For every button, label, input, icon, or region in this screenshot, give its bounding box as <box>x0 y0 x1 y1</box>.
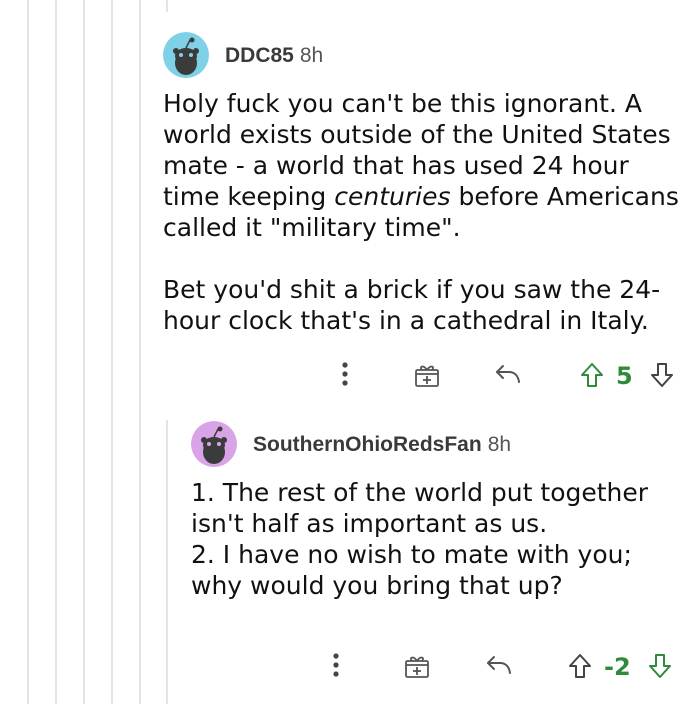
award-icon <box>405 656 429 678</box>
upvote-icon <box>569 654 591 678</box>
text-emphasis: centuries <box>334 182 451 211</box>
more-icon <box>342 362 348 386</box>
snoo-avatar-icon <box>163 32 209 78</box>
comment-paragraph-1: Holy fuck you can't be this ignorant. A … <box>163 88 688 243</box>
downvote-button[interactable] <box>648 360 676 390</box>
avatar[interactable] <box>163 32 209 78</box>
thread-line-4[interactable] <box>111 0 113 704</box>
thread-line-2[interactable] <box>55 0 57 704</box>
reply-button[interactable] <box>493 360 523 388</box>
comment-author[interactable]: SouthernOhioRedsFan 8h <box>253 433 511 457</box>
thread-line-3[interactable] <box>83 0 85 704</box>
comment-body: Holy fuck you can't be this ignorant. A … <box>163 88 688 336</box>
username[interactable]: DDC85 <box>225 44 294 67</box>
upvote-button[interactable] <box>566 651 594 681</box>
reply-icon <box>496 365 520 383</box>
thread-line-5[interactable] <box>139 0 141 704</box>
comment-line-1: 1. The rest of the world put together is… <box>191 478 649 538</box>
downvote-icon <box>651 363 673 387</box>
award-button[interactable] <box>412 360 442 390</box>
vote-score: 5 <box>616 362 633 390</box>
downvote-button[interactable] <box>646 651 674 681</box>
upvote-button[interactable] <box>578 360 606 390</box>
comment-line-2: 2. I have no wish to mate with you; why … <box>191 540 632 600</box>
award-button[interactable] <box>402 651 432 681</box>
downvote-icon <box>649 654 671 678</box>
comment-paragraph-2: Bet you'd shit a brick if you saw the 24… <box>163 275 661 335</box>
snoo-avatar-icon <box>191 421 237 467</box>
avatar[interactable] <box>191 421 237 467</box>
more-icon <box>333 653 339 677</box>
award-icon <box>415 365 439 387</box>
comment-author[interactable]: DDC85 8h <box>225 44 323 68</box>
comment-body: 1. The rest of the world put together is… <box>191 477 681 601</box>
username[interactable]: SouthernOhioRedsFan <box>253 433 482 456</box>
upvote-icon <box>581 363 603 387</box>
thread-line-6[interactable] <box>166 0 168 12</box>
thread-line-1[interactable] <box>27 0 29 704</box>
comment-age: 8h <box>487 433 512 456</box>
reply-button[interactable] <box>484 651 514 679</box>
thread-line-reply[interactable] <box>166 420 168 704</box>
vote-score: -2 <box>604 653 631 681</box>
more-options-button[interactable] <box>333 360 357 388</box>
comment-age: 8h <box>299 44 324 67</box>
reply-icon <box>487 656 511 674</box>
more-options-button[interactable] <box>324 651 348 679</box>
